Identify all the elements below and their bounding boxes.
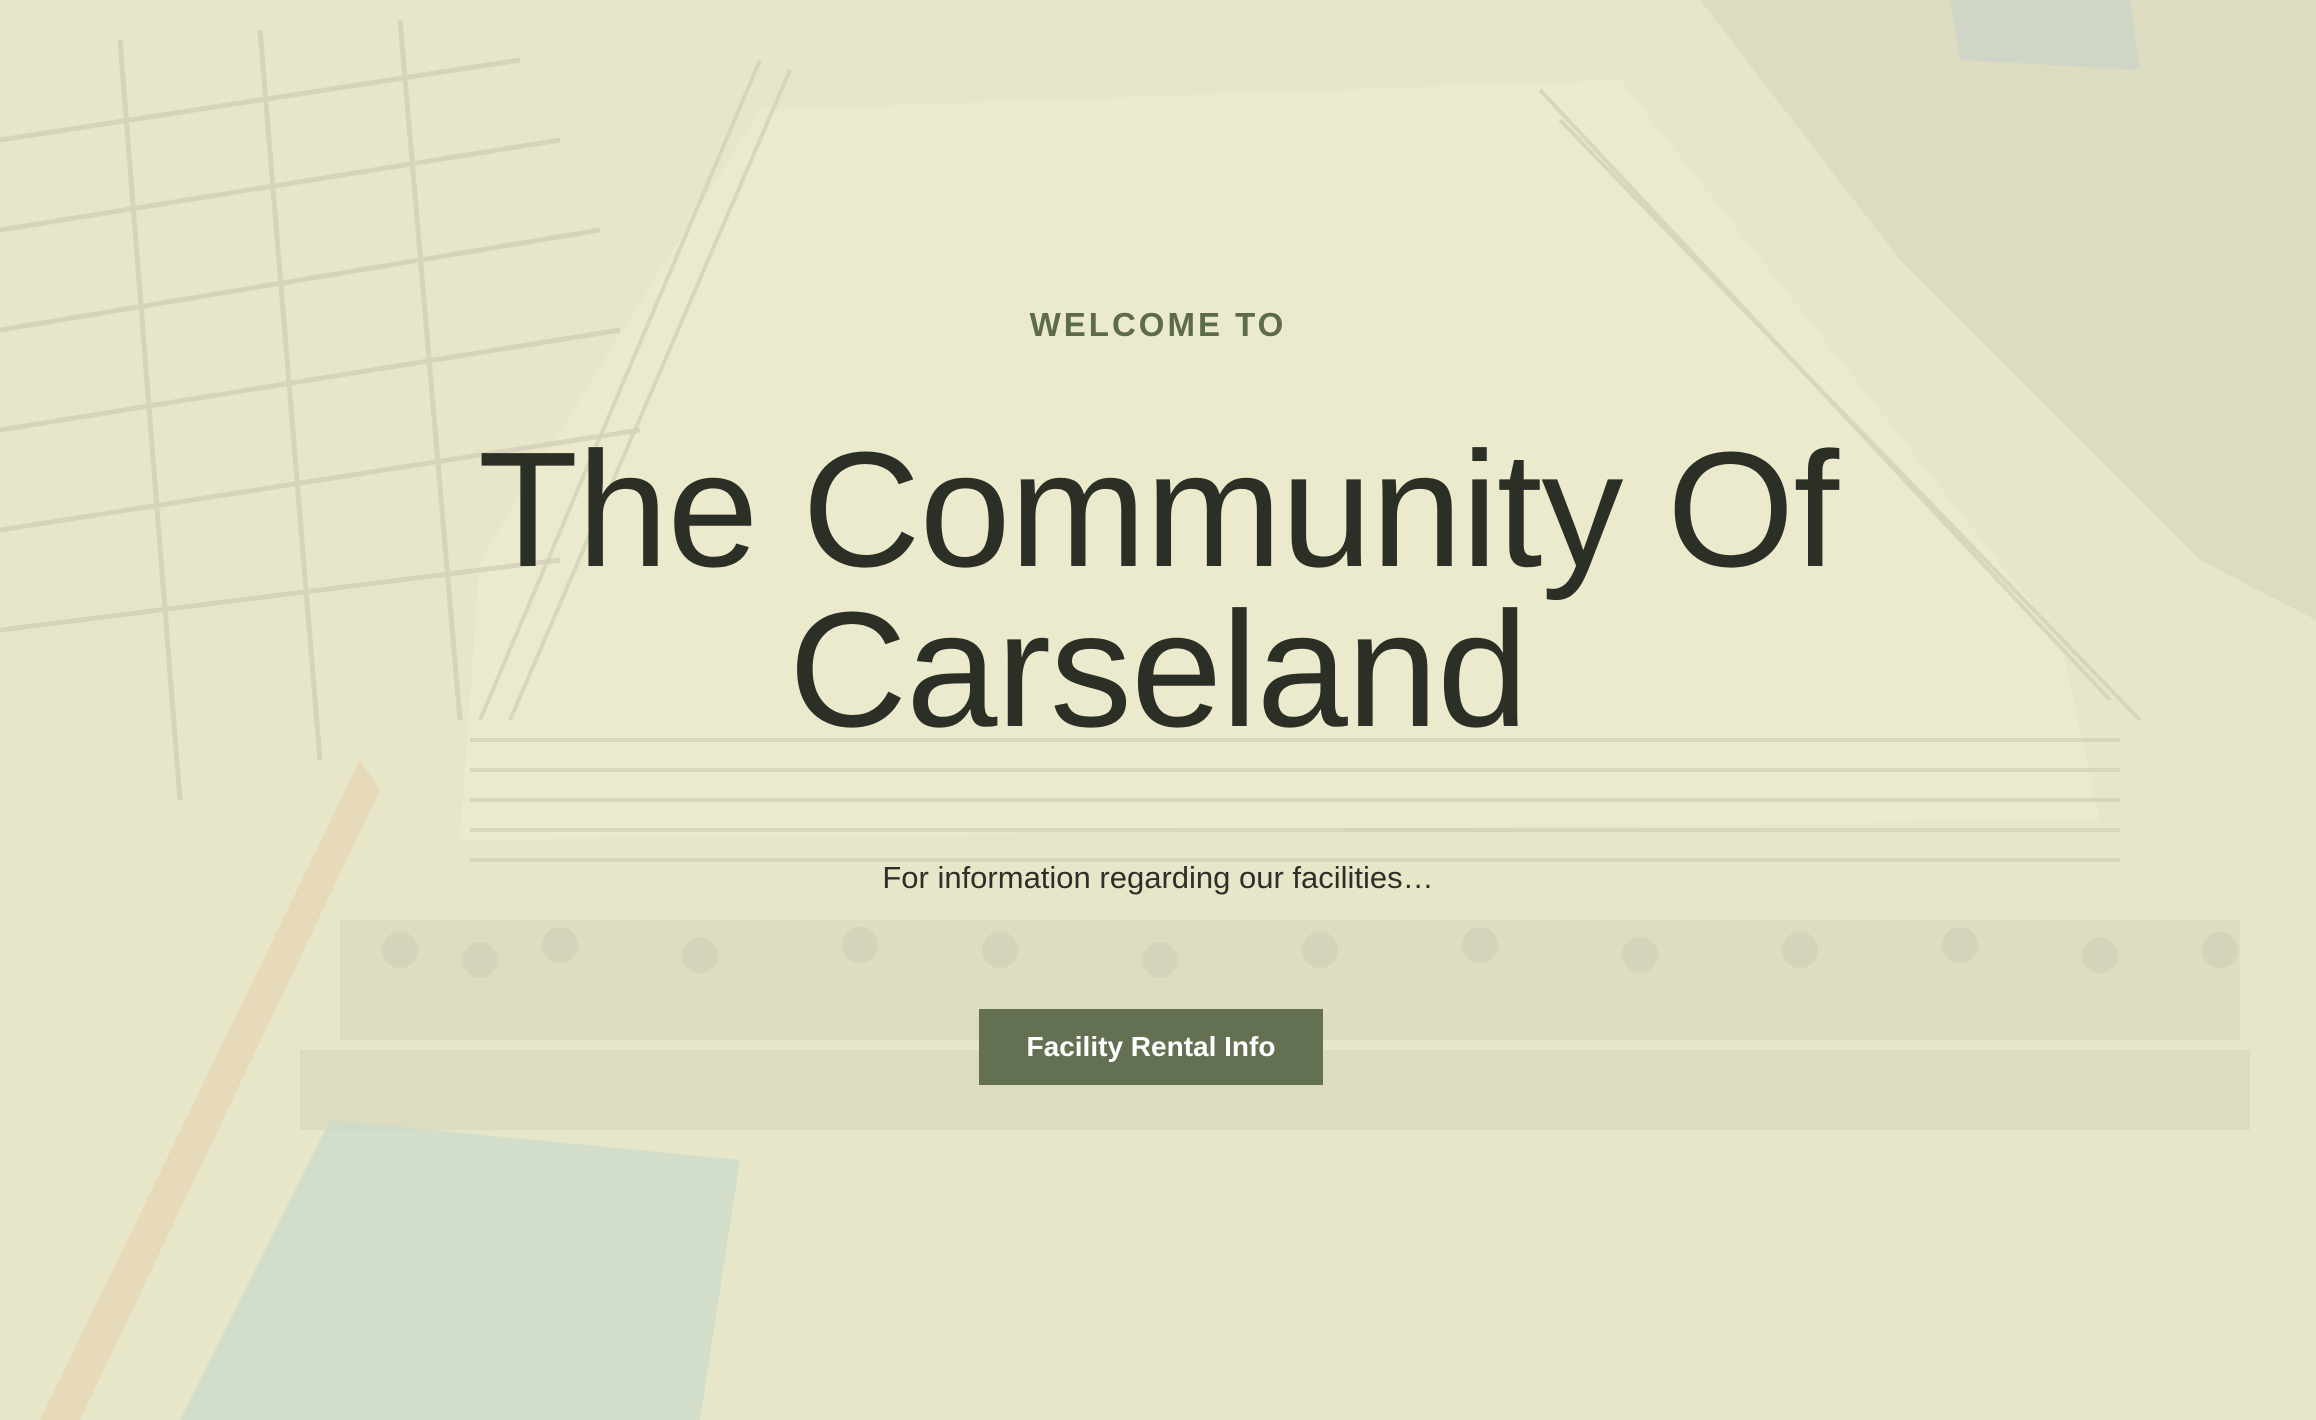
welcome-eyebrow: WELCOME TO <box>1029 306 1287 343</box>
hero-section: WELCOME TO The Community Of Carseland Fo… <box>0 0 2316 1420</box>
page-title: The Community Of Carseland <box>477 418 1839 761</box>
hero-content: WELCOME TO The Community Of Carseland Fo… <box>0 0 2316 1420</box>
hero-subtitle: For information regarding our facilities… <box>882 860 1434 895</box>
facility-rental-info-button[interactable]: Facility Rental Info <box>979 1009 1323 1085</box>
